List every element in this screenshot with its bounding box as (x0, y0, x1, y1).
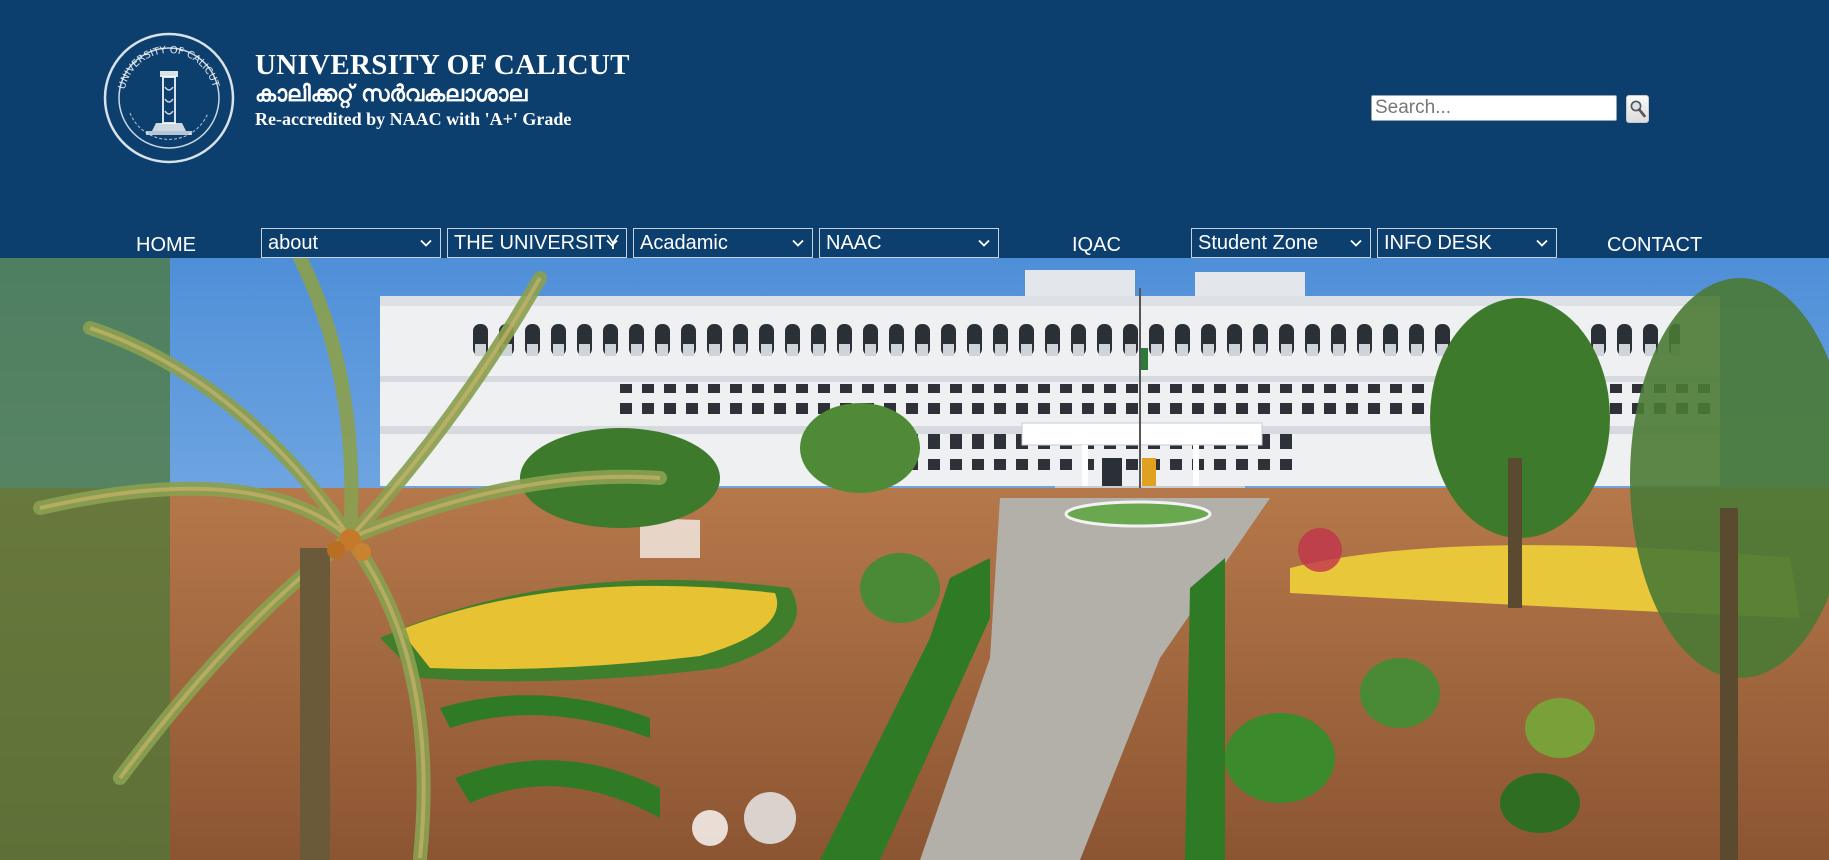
accreditation-subtitle: Re-accredited by NAAC with 'A+' Grade (255, 109, 572, 129)
nav-info-desk-dropdown[interactable]: INFO DESK (1377, 228, 1557, 258)
campus-photo (0, 258, 1829, 860)
nav-academic-label: Acadamic (640, 232, 728, 254)
nav-the-university-dropdown[interactable]: THE UNIVERSITY (447, 228, 627, 258)
nav-home[interactable]: HOME (136, 234, 196, 256)
chevron-down-icon (1536, 239, 1548, 247)
magnifier-icon (1630, 100, 1646, 118)
nav-naac-label: NAAC (826, 232, 882, 254)
chevron-down-icon (1350, 239, 1362, 247)
nav-student-zone-dropdown[interactable]: Student Zone (1191, 228, 1371, 258)
nav-info-desk-label: INFO DESK (1384, 232, 1492, 254)
nav-academic-dropdown[interactable]: Acadamic (633, 228, 813, 258)
chevron-down-icon (420, 239, 432, 247)
nav-about-dropdown[interactable]: about (261, 228, 441, 258)
nav-contact[interactable]: CONTACT (1607, 234, 1702, 256)
nav-student-zone-label: Student Zone (1198, 232, 1319, 254)
university-title-malayalam: കാലിക്കറ്റ് സർവകലാശാല (255, 82, 528, 107)
university-seal-logo[interactable]: UNIVERSITY OF CALICUT (102, 31, 236, 165)
main-navigation: HOME about THE UNIVERSITY Acadamic NAAC … (0, 226, 1829, 258)
nav-about-label: about (268, 232, 319, 254)
nav-iqac[interactable]: IQAC (1072, 234, 1121, 256)
site-header: UNIVERSITY OF CALICUT UNIVERSITY OF CALI… (0, 0, 1829, 258)
chevron-down-icon (978, 239, 990, 247)
chevron-down-icon (792, 239, 804, 247)
chevron-down-icon (606, 239, 618, 247)
svg-text:UNIVERSITY OF CALICUT: UNIVERSITY OF CALICUT (117, 45, 221, 91)
nav-the-university-label: THE UNIVERSITY (454, 232, 620, 254)
search-input[interactable] (1371, 95, 1617, 121)
brand-block: UNIVERSITY OF CALICUT കാലിക്കറ്റ് സർവകലാ… (255, 48, 630, 130)
hero-campus-image (0, 258, 1829, 860)
nav-naac-dropdown[interactable]: NAAC (819, 228, 999, 258)
university-title[interactable]: UNIVERSITY OF CALICUT (255, 48, 630, 82)
search-button[interactable] (1626, 95, 1649, 123)
